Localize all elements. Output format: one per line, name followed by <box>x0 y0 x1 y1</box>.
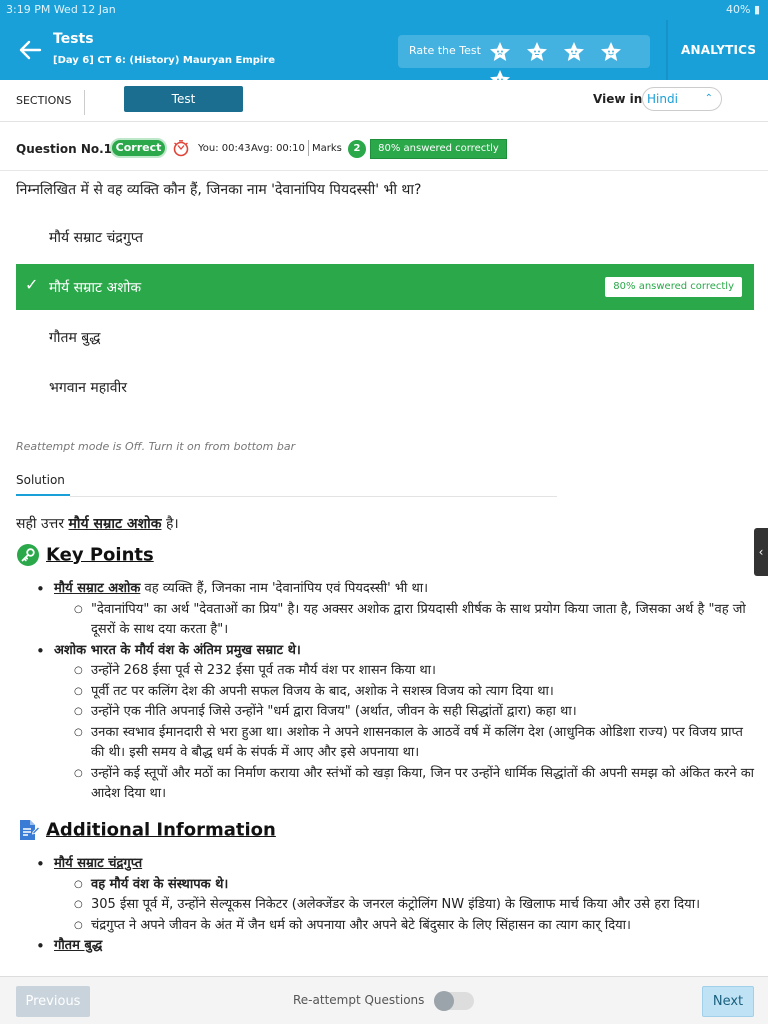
list-item: उन्होंने 268 ईसा पूर्व से 232 ईसा पूर्व … <box>16 661 756 682</box>
chevron-updown-icon: ⌃ <box>704 93 713 104</box>
tab-solution[interactable]: Solution <box>16 473 65 487</box>
sections-label: SECTIONS <box>16 94 72 107</box>
analytics-button[interactable]: ANALYTICS <box>681 43 756 57</box>
additional-info-heading: Additional Information <box>16 818 276 842</box>
divider <box>0 170 768 171</box>
question-text: निम्नलिखित में से वह व्यक्ति कौन हैं, जि… <box>16 182 422 198</box>
bottom-bar: Previous Re-attempt Questions Next <box>0 976 768 1024</box>
additional-info-list: मौर्य सम्राट चंद्रगुप्त वह मौर्य वंश के … <box>16 854 756 957</box>
timer-icon <box>172 139 190 157</box>
bullet-text: वह व्यक्ति हैं, जिनका नाम 'देवानांपिय एव… <box>140 581 429 596</box>
correct-answer: मौर्य सम्राट अशोक <box>68 516 162 532</box>
key-icon <box>16 543 40 567</box>
answer-suffix: है। <box>165 516 179 532</box>
option-1[interactable]: मौर्य सम्राट चंद्रगुप्त <box>16 214 754 260</box>
option-4[interactable]: भगवान महावीर <box>16 364 754 410</box>
previous-button[interactable]: Previous <box>16 986 90 1017</box>
reattempt-note: Reattempt mode is Off. Turn it on from b… <box>16 440 296 453</box>
average-time: Avg: 00:10 <box>251 143 305 154</box>
header-separator <box>308 140 309 156</box>
sections-bar: SECTIONS Test View in Hindi ⌃ <box>0 80 768 122</box>
question-number: Question No.1 <box>16 142 113 156</box>
language-value: Hindi <box>647 92 678 106</box>
marks-value: 2 <box>348 140 366 158</box>
bullet-bold: मौर्य सम्राट चंद्रगुप्त <box>54 856 143 871</box>
list-item: 305 ईसा पूर्व में, उन्होंने सेल्यूकस निक… <box>16 895 756 916</box>
test-name: [Day 6] CT 6: (History) Mauryan Empire <box>53 55 276 66</box>
question-header: Question No.1 Correct You: 00:43 Avg: 00… <box>0 136 768 162</box>
bullet-bold: अशोक भारत के मौर्य वंश के अंतिम प्रमुख स… <box>54 642 301 658</box>
answer-prefix: सही उत्तर <box>16 516 65 532</box>
star-icon-1[interactable] <box>488 40 512 64</box>
star-icon-2[interactable] <box>525 40 549 64</box>
star-icon-3[interactable] <box>562 40 586 64</box>
back-button[interactable] <box>16 36 44 64</box>
list-item: चंद्रगुप्त ने अपने जीवन के अंत में जैन ध… <box>16 916 756 937</box>
status-badge: Correct <box>110 138 167 158</box>
percent-correct-badge: 80% answered correctly <box>370 139 507 159</box>
list-item: पूर्वी तट पर कलिंग देश की अपनी सफल विजय … <box>16 682 756 703</box>
option-label: भगवान महावीर <box>49 380 127 396</box>
marks-label: Marks <box>312 143 342 154</box>
list-item: उन्होंने एक नीति अपनाई जिसे उन्होंने "धर… <box>16 702 756 723</box>
key-points-list: मौर्य सम्राट अशोक वह व्यक्ति हैं, जिनका … <box>16 579 756 805</box>
tab-indicator <box>16 494 70 496</box>
option-label: मौर्य सम्राट चंद्रगुप्त <box>49 230 144 246</box>
header-divider <box>666 20 668 80</box>
back-arrow-icon <box>19 40 42 60</box>
list-item: मौर्य सम्राट अशोक वह व्यक्ति हैं, जिनका … <box>16 579 756 600</box>
key-points-heading: Key Points <box>16 543 154 567</box>
list-item: वह मौर्य वंश के संस्थापक थे। <box>16 875 756 896</box>
option-2-correct[interactable]: ✓ मौर्य सम्राट अशोक 80% answered correct… <box>16 264 754 310</box>
status-battery: 40% ▮ <box>726 3 760 16</box>
bullet-bold: मौर्य सम्राट अशोक <box>54 581 141 596</box>
star-icon-4[interactable] <box>599 40 623 64</box>
option-label: मौर्य सम्राट अशोक <box>49 280 142 296</box>
tab-test[interactable]: Test <box>124 86 243 112</box>
document-icon <box>16 818 41 842</box>
reattempt-label: Re-attempt Questions <box>293 993 425 1007</box>
side-panel-handle[interactable]: ‹ <box>754 528 768 576</box>
bullet-bold: गौतम बुद्ध <box>54 938 103 953</box>
rate-test-panel: Rate the Test <box>398 35 650 89</box>
list-item: उनका स्वभाव ईमानदारी से भरा हुआ था। अशोक… <box>16 723 756 764</box>
option-3[interactable]: गौतम बुद्ध <box>16 314 754 360</box>
list-item: उन्होंने कई स्तूपों और मठों का निर्माण क… <box>16 764 756 805</box>
option-percent-badge: 80% answered correctly <box>605 277 742 297</box>
next-button[interactable]: Next <box>702 986 754 1017</box>
view-in-label: View in <box>593 92 643 106</box>
divider <box>70 496 557 497</box>
app-header: Tests [Day 6] CT 6: (History) Mauryan Em… <box>0 20 768 89</box>
status-time: 3:19 PM Wed 12 Jan <box>6 3 116 16</box>
list-item: "देवानांपिय" का अर्थ "देवताओं का प्रिय" … <box>16 600 756 641</box>
key-points-title: Key Points <box>46 544 154 566</box>
sections-divider <box>84 90 85 115</box>
your-time: You: 00:43 <box>198 143 251 154</box>
rate-test-label: Rate the Test <box>409 44 481 57</box>
list-item: मौर्य सम्राट चंद्रगुप्त <box>16 854 756 875</box>
additional-info-title: Additional Information <box>46 819 276 841</box>
correct-answer-line: सही उत्तर मौर्य सम्राट अशोक है। <box>16 514 179 533</box>
check-icon: ✓ <box>25 275 39 294</box>
list-item: अशोक भारत के मौर्य वंश के अंतिम प्रमुख स… <box>16 641 756 662</box>
list-item: गौतम बुद्ध <box>16 936 756 957</box>
bullet-bold: वह मौर्य वंश के संस्थापक थे। <box>91 876 229 892</box>
toggle-knob <box>434 991 454 1011</box>
status-bar: 3:19 PM Wed 12 Jan 40% ▮ <box>0 0 768 20</box>
reattempt-toggle[interactable] <box>434 991 474 1011</box>
language-select[interactable]: Hindi ⌃ <box>642 87 722 111</box>
option-label: गौतम बुद्ध <box>49 330 101 346</box>
page-title: Tests <box>53 31 94 47</box>
